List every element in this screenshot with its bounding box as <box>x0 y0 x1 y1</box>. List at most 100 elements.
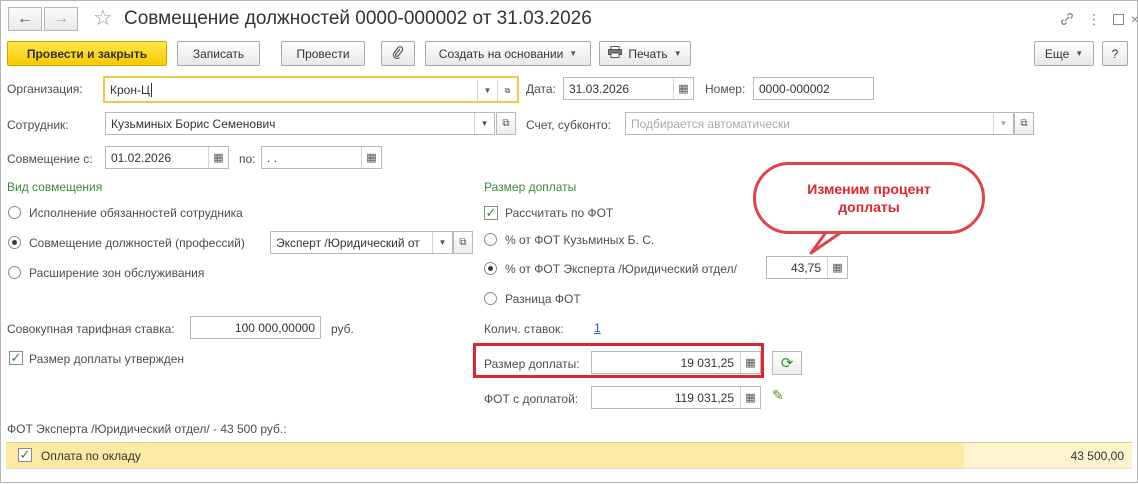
star-icon[interactable]: ☆ <box>93 6 113 30</box>
combine-to-value: . . <box>267 150 278 165</box>
number-value: 0000-000002 <box>759 81 830 96</box>
organization-field[interactable]: Крон-Ц ▼ ⧉ <box>103 76 519 103</box>
employee-dropdown[interactable]: ▼ <box>474 113 494 134</box>
number-field[interactable]: 0000-000002 <box>753 77 874 100</box>
more-label: Еще <box>1044 46 1070 61</box>
calculator-icon[interactable]: ▦ <box>740 387 760 408</box>
calc-by-fot-label: Рассчитать по ФОТ <box>505 206 614 220</box>
surcharge-option-label-0: % от ФОТ Кузьминых Б. С. <box>505 233 655 247</box>
close-icon[interactable]: × <box>1125 9 1138 29</box>
rate-value: 100 000,00000 <box>234 320 315 335</box>
text-cursor <box>150 82 152 97</box>
fot-with-surcharge-field[interactable]: 119 031,25 ▦ <box>591 386 761 409</box>
surcharge-section-title: Размер доплаты <box>484 180 577 194</box>
callout-bubble: Изменим процент доплаты <box>753 162 985 234</box>
help-button[interactable]: ? <box>1102 41 1128 66</box>
surcharge-option-radio-2[interactable] <box>484 292 497 305</box>
organization-open-button[interactable]: ⧉ <box>497 80 517 101</box>
caret-down-icon: ▼ <box>999 119 1008 128</box>
kind-option-radio-0[interactable] <box>8 206 21 219</box>
position-open-button[interactable]: ⧉ <box>453 231 473 254</box>
surcharge-option-label-2: Разница ФОТ <box>505 292 581 306</box>
calculator-icon[interactable]: ▦ <box>827 257 847 278</box>
arrow-right-icon: → <box>53 10 69 27</box>
create-based-on-button[interactable]: Создать на основании ▼ <box>425 41 591 66</box>
more-vertical-icon[interactable]: ⋮ <box>1084 9 1104 29</box>
rate-unit: руб. <box>331 322 354 336</box>
refresh-icon: ⟳ <box>780 355 794 372</box>
account-field[interactable]: Подбирается автоматически ▼ <box>625 112 1014 135</box>
pencil-icon[interactable]: ✎ <box>772 387 788 403</box>
employee-open-button[interactable]: ⧉ <box>496 112 516 135</box>
fot-with-surcharge-label: ФОТ с доплатой: <box>484 392 579 406</box>
combine-to-label: по: <box>239 152 256 166</box>
attach-button[interactable] <box>381 41 415 66</box>
calendar-icon[interactable]: ▦ <box>673 78 693 99</box>
row-amount: 43 500,00 <box>1070 449 1124 463</box>
fot-expert-caption: ФОТ Эксперта /Юридический отдел/ - 43 50… <box>7 422 287 436</box>
caret-down-icon: ▼ <box>569 49 578 58</box>
calc-by-fot-checkbox[interactable]: ✓ <box>484 206 498 220</box>
percent-field[interactable]: 43,75 ▦ <box>766 256 848 279</box>
date-field[interactable]: 31.03.2026 ▦ <box>563 77 694 100</box>
caret-down-icon: ▼ <box>1075 49 1084 58</box>
percent-value: 43,75 <box>790 260 821 275</box>
kind-section-title: Вид совмещения <box>7 180 103 194</box>
position-dropdown[interactable]: ▼ <box>432 232 452 253</box>
row-checkbox[interactable]: ✓ <box>18 448 32 462</box>
post-button[interactable]: Провести <box>281 41 365 66</box>
calendar-icon[interactable]: ▦ <box>208 147 228 168</box>
arrow-left-icon: ← <box>17 10 33 27</box>
account-dropdown[interactable]: ▼ <box>993 113 1013 134</box>
approved-label: Размер доплаты утвержден <box>29 352 185 366</box>
rates-count-link[interactable]: 1 <box>594 321 601 335</box>
open-icon: ⧉ <box>504 85 511 95</box>
paperclip-icon <box>392 45 404 62</box>
rate-label: Совокупная тарифная ставка: <box>7 322 175 336</box>
date-label: Дата: <box>526 82 556 96</box>
combine-from-value: 01.02.2026 <box>111 150 172 165</box>
row-name: Оплата по окладу <box>41 449 141 463</box>
account-label: Счет, субконто: <box>526 118 611 132</box>
link-icon[interactable] <box>1057 9 1077 29</box>
employee-value: Кузьминых Борис Семенович <box>111 116 276 131</box>
row-amount-cell: 43 500,00 <box>964 443 1132 468</box>
combine-to-field[interactable]: . . ▦ <box>261 146 382 169</box>
more-button[interactable]: Еще ▼ <box>1034 41 1094 66</box>
callout-text-line1: Изменим процент <box>807 181 931 197</box>
surcharge-option-radio-1[interactable] <box>484 262 497 275</box>
save-button[interactable]: Записать <box>177 41 260 66</box>
post-and-close-button[interactable]: Провести и закрыть <box>7 41 167 66</box>
caret-down-icon: ▼ <box>483 86 492 95</box>
calendar-icon[interactable]: ▦ <box>361 147 381 168</box>
save-label: Записать <box>192 46 245 61</box>
kind-option-label-0: Исполнение обязанностей сотрудника <box>29 206 243 220</box>
organization-label: Организация: <box>7 82 83 96</box>
print-label: Печать <box>628 46 668 61</box>
position-value: Эксперт /Юридический от <box>276 235 420 250</box>
open-icon: ⧉ <box>1020 118 1028 129</box>
rate-field[interactable]: 100 000,00000 <box>190 316 321 339</box>
open-icon: ⧉ <box>502 118 510 129</box>
kind-option-radio-2[interactable] <box>8 266 21 279</box>
combine-from-field[interactable]: 01.02.2026 ▦ <box>105 146 229 169</box>
print-button[interactable]: Печать ▼ <box>599 41 691 66</box>
approved-checkbox[interactable]: ✓ <box>9 351 23 365</box>
table-row[interactable]: ✓ Оплата по окладу 43 500,00 <box>6 442 1132 468</box>
account-open-button[interactable]: ⧉ <box>1014 112 1034 135</box>
help-label: ? <box>1111 46 1119 61</box>
callout-text-line2: доплаты <box>838 199 900 215</box>
date-value: 31.03.2026 <box>569 81 630 96</box>
organization-dropdown[interactable]: ▼ <box>477 80 497 101</box>
position-field[interactable]: Эксперт /Юридический от ▼ <box>270 231 453 254</box>
employee-field[interactable]: Кузьминых Борис Семенович ▼ <box>105 112 495 135</box>
surcharge-option-radio-0[interactable] <box>484 233 497 246</box>
forward-button[interactable]: → <box>44 7 78 31</box>
number-label: Номер: <box>705 82 746 96</box>
kind-option-radio-1[interactable] <box>8 236 21 249</box>
open-icon: ⧉ <box>459 237 467 248</box>
back-button[interactable]: ← <box>8 7 42 31</box>
account-placeholder: Подбирается автоматически <box>631 116 790 131</box>
refresh-button[interactable]: ⟳ <box>772 351 802 375</box>
page-title: Совмещение должностей 0000-000002 от 31.… <box>124 8 592 29</box>
